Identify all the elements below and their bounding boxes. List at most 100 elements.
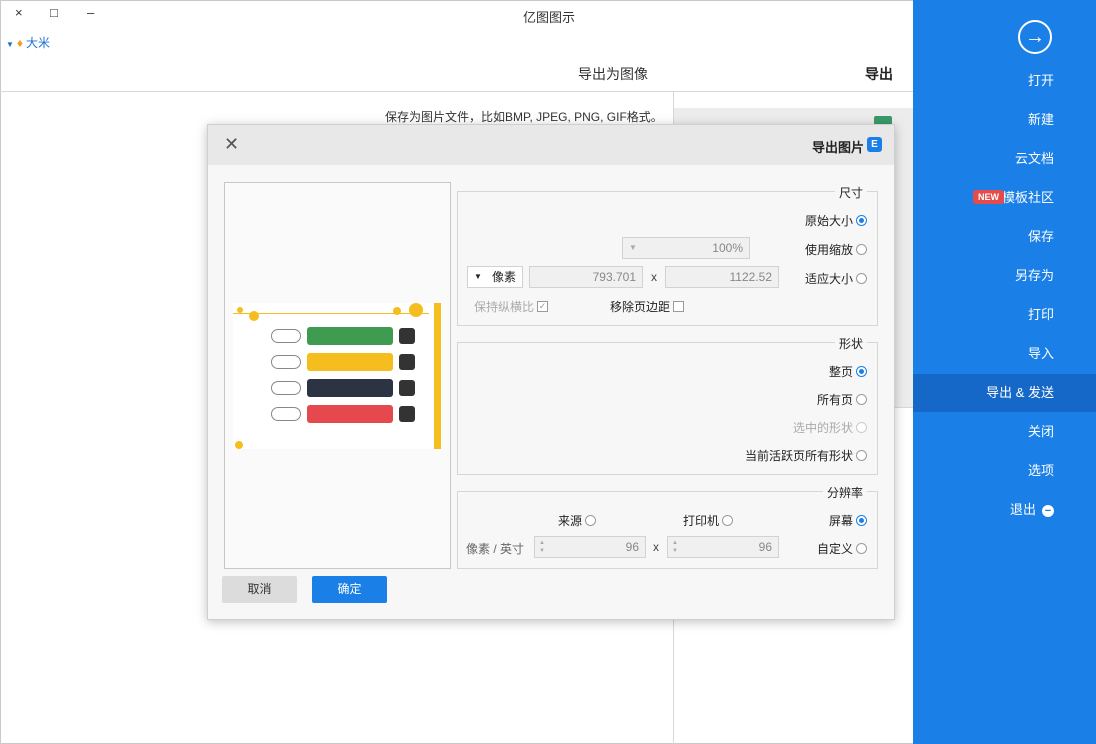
checkbox-label: 保持纵横比 [474, 300, 535, 314]
sidebar-item-cloud[interactable]: 云文档 [913, 140, 1096, 178]
chevron-down-icon: ▼ [474, 272, 482, 281]
dialog-header: ✕ 导出图片 E [208, 125, 894, 165]
height-input[interactable]: 793.701 [529, 266, 643, 288]
source-radio[interactable]: 来源 [558, 512, 596, 529]
remove-margin-checkbox[interactable]: 移除页边距 [610, 298, 685, 315]
checkbox-box [673, 301, 685, 312]
unit-dropdown[interactable]: ▼ 像素 [467, 266, 523, 288]
app-logo-icon: E [867, 137, 882, 152]
preview-row [307, 327, 393, 345]
cancel-button[interactable]: 取消 [222, 576, 297, 603]
zoom-value: 100% [712, 241, 743, 255]
dpi-y-input[interactable]: ▲ ▼ 96 [534, 536, 646, 558]
preview-decor [235, 441, 243, 449]
vip-gem-icon: ♦ [16, 36, 24, 50]
sidebar-item-new[interactable]: 新建 [913, 101, 1096, 139]
radio-dot [856, 366, 867, 377]
stepper-arrows-icon: ▲ ▼ [672, 540, 678, 554]
preview-icon [399, 380, 415, 396]
new-badge: NEW [973, 190, 1004, 204]
times-label: x [651, 270, 657, 284]
sidebar-item-label: 退出 [1009, 502, 1036, 517]
file-menu-sidebar: → 打开 新建 云文档 NEW 模板社区 保存 另存为 打印 导入 导出 & 发… [913, 0, 1096, 744]
whole-page-radio[interactable]: 整页 [829, 363, 867, 380]
radio-dot [856, 394, 867, 405]
close-window-icon[interactable]: × [15, 5, 23, 20]
selected-shapes-radio[interactable]: 选中的形状 [793, 419, 867, 436]
sidebar-item-print[interactable]: 打印 [913, 296, 1096, 334]
preview-bubble [271, 381, 301, 395]
preview-row [307, 379, 393, 397]
chevron-down-icon: ▼ [629, 243, 637, 252]
header-divider [0, 91, 913, 92]
ok-button[interactable]: 确定 [312, 576, 387, 603]
dpi-x-value: 96 [758, 540, 772, 554]
preview-bubble [271, 355, 301, 369]
preview-bubble [271, 407, 301, 421]
dpi-x-input[interactable]: ▲ ▼ 96 [667, 536, 779, 558]
close-icon[interactable]: ✕ [224, 134, 239, 155]
preview-page [233, 303, 441, 449]
preview-icon [399, 354, 415, 370]
times-label: x [653, 540, 659, 554]
checkbox-label: 移除页边距 [610, 300, 671, 314]
preview-decor [393, 307, 401, 315]
sidebar-item-open[interactable]: 打开 [913, 62, 1096, 100]
sidebar-item-export-send[interactable]: 导出 & 发送 [913, 374, 1096, 412]
width-input[interactable]: 1122.52 [665, 266, 779, 288]
size-group-title: 尺寸 [834, 184, 867, 201]
keep-ratio-checkbox[interactable]: 保持纵横比 ✓ [474, 298, 549, 315]
stepper-arrows-icon: ▲ ▼ [539, 540, 545, 554]
sidebar-item-options[interactable]: 选项 [913, 452, 1096, 490]
minimize-window-icon[interactable]: – [87, 5, 94, 20]
back-arrow-icon[interactable]: → [1018, 20, 1052, 54]
radio-dot [856, 450, 867, 461]
custom-radio[interactable]: 自定义 [817, 540, 867, 557]
preview-row [307, 405, 393, 423]
preview-decor [409, 303, 423, 317]
radio-dot [856, 215, 867, 226]
preview-icon [399, 406, 415, 422]
screen-radio[interactable]: 屏幕 [829, 512, 867, 529]
sidebar-item-exit[interactable]: 退出 − [913, 491, 1096, 529]
radio-dot [585, 515, 596, 526]
resolution-group: 分辨率 屏幕 打印机 来源 自定义 ▲ ▼ 96 x ▲ ▼ 96 像素 / 英寸 [457, 484, 878, 569]
active-page-shapes-radio[interactable]: 当前活跃页所有形状 [745, 447, 867, 464]
shape-group: 形状 整页 所有页 选中的形状 当前活跃页所有形状 [457, 335, 878, 475]
app-title: 亿图图示 [523, 10, 576, 25]
zoom-dropdown[interactable]: ▼ 100% [622, 237, 750, 259]
use-zoom-radio[interactable]: 使用缩放 [805, 241, 867, 258]
radio-label: 所有页 [816, 393, 853, 407]
all-pages-radio[interactable]: 所有页 [817, 391, 867, 408]
unit-value: 像素 [491, 270, 516, 284]
sidebar-item-close[interactable]: 关闭 [913, 413, 1096, 451]
original-size-radio[interactable]: 原始大小 [805, 212, 867, 229]
preview-decor [249, 311, 259, 321]
sidebar-item-label: 模板社区 [1001, 190, 1054, 205]
user-menu[interactable]: ▼ ♦ 大米 [6, 34, 50, 51]
dpi-unit-label: 像素 / 英寸 [466, 542, 525, 556]
sidebar-item-import[interactable]: 导入 [913, 335, 1096, 373]
checkbox-box: ✓ [537, 301, 549, 312]
radio-label: 原始大小 [804, 214, 853, 228]
preview-decor [237, 307, 243, 313]
radio-label: 使用缩放 [804, 243, 853, 257]
sidebar-item-save[interactable]: 保存 [913, 218, 1096, 256]
sidebar-item-save-as[interactable]: 另存为 [913, 257, 1096, 295]
dpi-y-value: 96 [625, 540, 639, 554]
preview-decor [434, 303, 441, 449]
export-description: 保存为图片文件，比如BMP, JPEG, PNG, GIF格式。 [385, 110, 663, 124]
radio-dot [856, 273, 867, 284]
sidebar-item-templates[interactable]: NEW 模板社区 [913, 179, 1096, 217]
radio-dot [722, 515, 733, 526]
maximize-window-icon[interactable]: □ [50, 5, 58, 20]
fit-size-radio[interactable]: 适应大小 [805, 270, 867, 287]
preview-bubble [271, 329, 301, 343]
radio-label: 选中的形状 [792, 421, 853, 435]
printer-radio[interactable]: 打印机 [683, 512, 733, 529]
radio-label: 适应大小 [804, 272, 853, 286]
radio-dot [856, 422, 867, 433]
dropdown-arrow-icon: ▼ [6, 40, 14, 49]
radio-label: 来源 [557, 514, 582, 528]
shape-group-title: 形状 [834, 335, 867, 352]
